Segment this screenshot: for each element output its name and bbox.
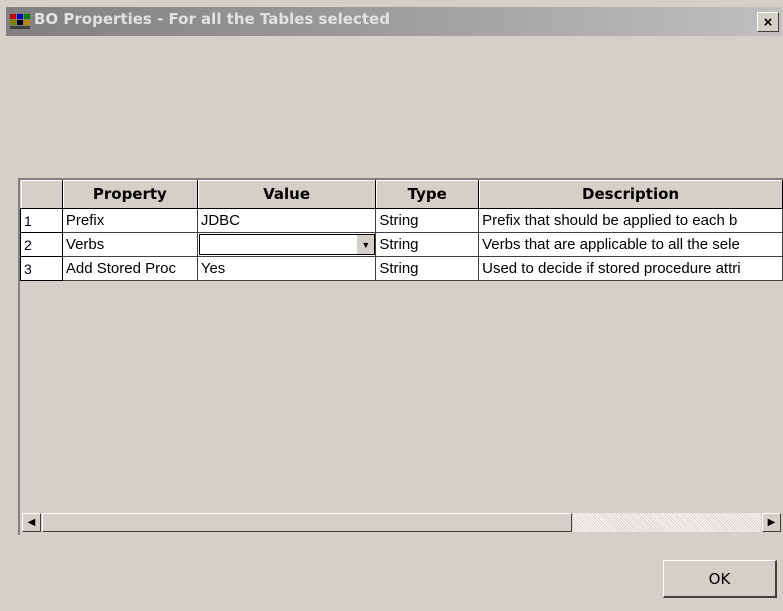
title-bar[interactable]: BO Properties - For all the Tables selec…	[6, 7, 782, 36]
properties-grid[interactable]: Property Value Type Description 1 Prefix…	[18, 178, 783, 535]
column-header-description[interactable]: Description	[478, 180, 783, 209]
property-cell[interactable]: Prefix	[62, 208, 198, 233]
value-cell[interactable]: JDBC	[197, 208, 377, 233]
header-row: Property Value Type Description	[20, 180, 783, 209]
properties-table: Property Value Type Description 1 Prefix…	[20, 180, 783, 281]
property-cell[interactable]: Verbs	[62, 232, 198, 257]
description-cell[interactable]: Prefix that should be applied to each b	[478, 208, 783, 233]
verbs-dropdown[interactable]: ▼	[198, 234, 375, 255]
type-cell[interactable]: String	[375, 256, 480, 281]
type-cell[interactable]: String	[375, 208, 480, 233]
close-button[interactable]: ×	[757, 12, 779, 32]
row-number[interactable]: 1	[20, 208, 63, 233]
table-row[interactable]: 1 Prefix JDBC String Prefix that should …	[20, 208, 783, 233]
value-cell[interactable]: ▼	[197, 232, 377, 257]
ok-button-label: OK	[708, 569, 731, 588]
value-cell[interactable]: Yes	[197, 256, 377, 281]
scrollbar-thumb[interactable]	[42, 513, 572, 532]
arrow-left-icon: ◀	[27, 517, 36, 528]
description-cell[interactable]: Used to decide if stored procedure attri	[478, 256, 783, 281]
horizontal-scrollbar[interactable]: ◀ ▶	[20, 512, 783, 533]
row-number[interactable]: 3	[20, 256, 63, 281]
scrollbar-track[interactable]	[573, 513, 761, 532]
property-cell[interactable]: Add Stored Proc	[62, 256, 198, 281]
verbs-dropdown-value	[200, 235, 357, 254]
arrow-right-icon: ▶	[767, 517, 776, 528]
type-cell[interactable]: String	[375, 232, 480, 257]
window-title: BO Properties - For all the Tables selec…	[34, 10, 390, 28]
scroll-left-button[interactable]: ◀	[22, 513, 41, 532]
column-header-type[interactable]: Type	[375, 180, 480, 209]
chevron-down-icon[interactable]: ▼	[356, 235, 375, 254]
description-cell[interactable]: Verbs that are applicable to all the sel…	[478, 232, 783, 257]
column-header-value[interactable]: Value	[197, 180, 377, 209]
column-header-property[interactable]: Property	[62, 180, 198, 209]
bo-properties-dialog: BO Properties - For all the Tables selec…	[0, 0, 783, 611]
scroll-right-button[interactable]: ▶	[762, 513, 781, 532]
ok-button[interactable]: OK	[663, 560, 777, 598]
close-icon: ×	[763, 13, 773, 31]
corner-header	[20, 180, 63, 209]
app-icon	[10, 14, 30, 29]
row-number[interactable]: 2	[20, 232, 63, 257]
table-row[interactable]: 3 Add Stored Proc Yes String Used to dec…	[20, 256, 783, 281]
table-row[interactable]: 2 Verbs ▼ String Verbs that are applicab…	[20, 232, 783, 257]
